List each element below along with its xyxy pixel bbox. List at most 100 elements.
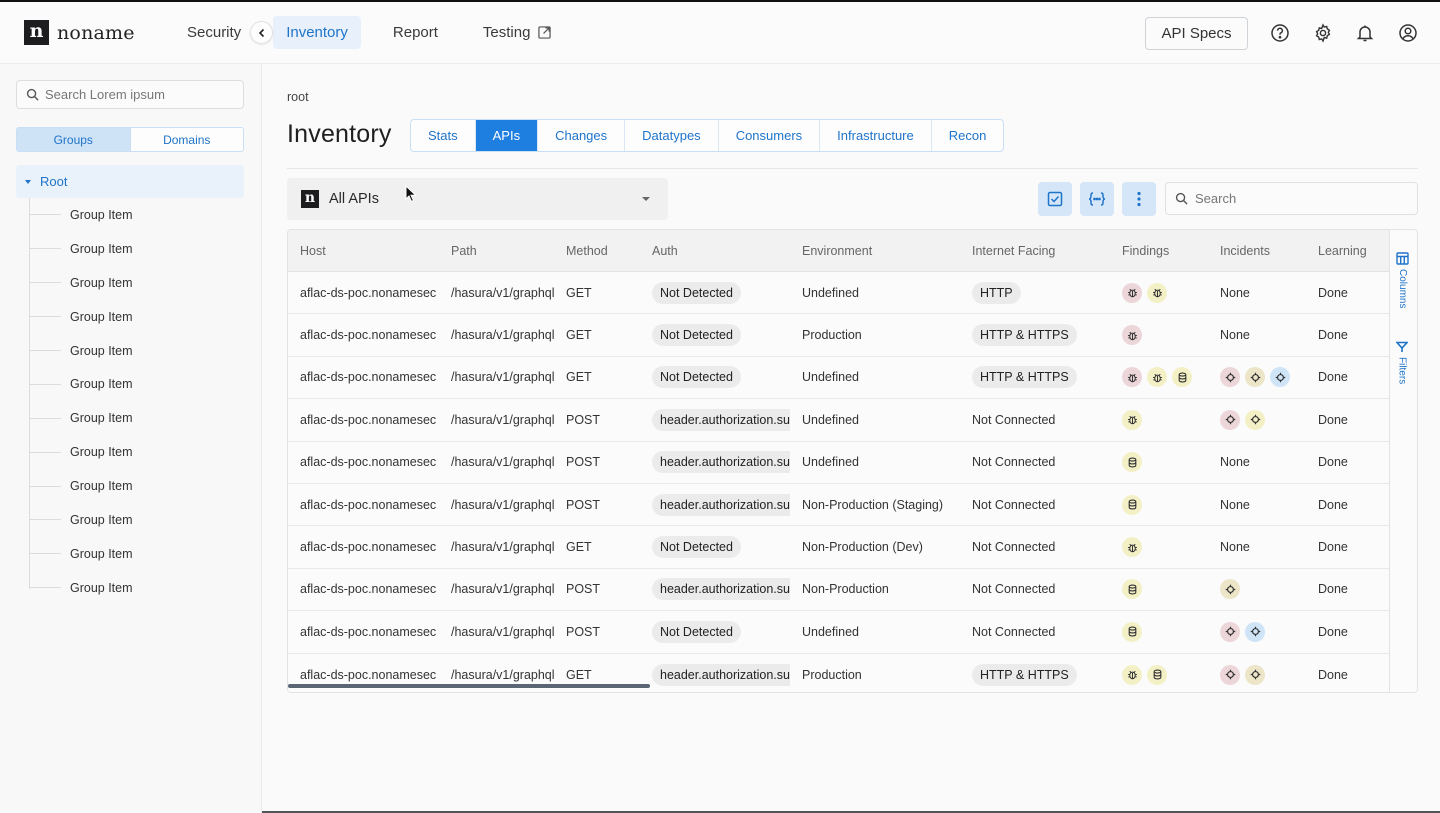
table-row[interactable]: aflac-ds-poc.nonamesec/hasura/v1/graphql… xyxy=(288,483,1417,527)
bug-icon[interactable] xyxy=(1147,367,1167,388)
crosshair-icon[interactable] xyxy=(1220,664,1240,685)
table-search[interactable] xyxy=(1165,182,1418,215)
crosshair-icon[interactable] xyxy=(1220,579,1240,600)
crosshair-icon[interactable] xyxy=(1245,409,1265,430)
cell-environment: Undefined xyxy=(802,370,859,385)
crosshair-icon[interactable] xyxy=(1245,367,1265,388)
col-learning[interactable]: Learning xyxy=(1306,244,1396,258)
database-icon[interactable] xyxy=(1122,621,1142,642)
group-item-label: Group Item xyxy=(70,377,133,392)
help-icon[interactable] xyxy=(1270,23,1290,43)
table-row[interactable]: aflac-ds-poc.nonamesec/hasura/v1/graphql… xyxy=(288,314,1417,357)
col-environment[interactable]: Environment xyxy=(790,244,960,258)
sidebar-group-item[interactable]: Group Item xyxy=(29,232,133,266)
crosshair-icon[interactable] xyxy=(1245,664,1265,685)
crosshair-icon[interactable] xyxy=(1220,367,1240,388)
api-specs-button[interactable]: API Specs xyxy=(1145,16,1248,50)
table-row[interactable]: aflac-ds-poc.nonamesec/hasura/v1/graphql… xyxy=(288,568,1417,612)
bug-icon[interactable] xyxy=(1122,325,1142,346)
caret-down-icon[interactable] xyxy=(25,179,31,184)
bell-icon[interactable] xyxy=(1355,23,1375,43)
table-row[interactable]: aflac-ds-poc.nonamesec/hasura/v1/graphql… xyxy=(288,526,1417,569)
tree-branch-line xyxy=(29,248,61,250)
breadcrumb[interactable]: root xyxy=(287,90,309,104)
tab-apis[interactable]: APIs xyxy=(475,120,539,151)
bug-icon[interactable] xyxy=(1122,367,1142,388)
col-incidents[interactable]: Incidents xyxy=(1208,244,1306,258)
table-search-input[interactable] xyxy=(1195,191,1405,206)
more-options-button[interactable] xyxy=(1122,182,1156,216)
sidebar-search-input[interactable] xyxy=(45,87,235,102)
segment-domains[interactable]: Domains xyxy=(130,128,243,151)
col-findings[interactable]: Findings xyxy=(1110,244,1208,258)
sidebar-group-item[interactable]: Group Item xyxy=(29,503,133,537)
table-row[interactable]: aflac-ds-poc.nonamesec/hasura/v1/graphql… xyxy=(288,272,1417,315)
table-row[interactable]: aflac-ds-poc.nonamesec/hasura/v1/graphql… xyxy=(288,611,1417,654)
cell-host: aflac-ds-poc.nonamesec xyxy=(300,370,437,385)
col-path[interactable]: Path xyxy=(439,244,554,258)
incidents-text: None xyxy=(1220,455,1250,470)
nav-security[interactable]: Security xyxy=(174,16,254,49)
sidebar-group-item[interactable]: Group Item xyxy=(29,198,133,232)
sidebar-group-item[interactable]: Group Item xyxy=(29,435,133,469)
sidebar-group-item[interactable]: Group Item xyxy=(29,300,133,334)
tab-recon[interactable]: Recon xyxy=(932,120,1004,151)
cell-host: aflac-ds-poc.nonamesec xyxy=(300,624,437,639)
col-method[interactable]: Method xyxy=(554,244,640,258)
sidebar-group-item[interactable]: Group Item xyxy=(29,537,133,571)
sidebar-group-item[interactable]: Group Item xyxy=(29,469,133,503)
table-row[interactable]: aflac-ds-poc.nonamesec/hasura/v1/graphql… xyxy=(288,441,1417,484)
horizontal-scrollbar[interactable] xyxy=(288,684,650,688)
crosshair-icon[interactable] xyxy=(1245,621,1265,642)
bug-icon[interactable] xyxy=(1122,664,1142,685)
bug-icon[interactable] xyxy=(1122,537,1142,558)
crosshair-icon[interactable] xyxy=(1270,367,1290,388)
bug-icon[interactable] xyxy=(1122,282,1142,303)
collapse-sidebar-button[interactable] xyxy=(250,21,273,44)
sidebar-group-item[interactable]: Group Item xyxy=(29,571,133,605)
crosshair-icon[interactable] xyxy=(1220,409,1240,430)
tab-consumers[interactable]: Consumers xyxy=(719,120,821,151)
tab-changes[interactable]: Changes xyxy=(538,120,626,151)
sidebar-group-item[interactable]: Group Item xyxy=(29,401,133,435)
bug-icon[interactable] xyxy=(1147,282,1167,303)
database-icon[interactable] xyxy=(1122,579,1142,600)
nav-report[interactable]: Report xyxy=(380,16,451,49)
gear-icon[interactable] xyxy=(1313,23,1333,43)
external-link-icon xyxy=(538,26,552,39)
tab-datatypes[interactable]: Datatypes xyxy=(625,120,719,151)
database-icon[interactable] xyxy=(1122,494,1142,515)
user-icon[interactable] xyxy=(1398,23,1418,43)
col-auth[interactable]: Auth xyxy=(640,244,790,258)
col-internet-facing[interactable]: Internet Facing xyxy=(960,244,1110,258)
tree-root[interactable]: Root xyxy=(16,165,244,198)
sidebar-group-item[interactable]: Group Item xyxy=(29,266,133,300)
logo[interactable]: n noname xyxy=(24,20,174,45)
bug-icon[interactable] xyxy=(1122,409,1142,430)
sidebar-group-item[interactable]: Group Item xyxy=(29,367,133,401)
cell-method: GET xyxy=(566,328,592,343)
crosshair-icon[interactable] xyxy=(1220,621,1240,642)
cell-internet-facing: Not Connected xyxy=(960,625,1110,639)
tab-infrastructure[interactable]: Infrastructure xyxy=(820,120,932,151)
cell-incidents: None xyxy=(1208,286,1306,300)
cell-internet-facing: Not Connected xyxy=(960,540,1110,554)
filters-button[interactable]: Filters xyxy=(1396,341,1408,384)
select-mode-button[interactable] xyxy=(1038,182,1072,216)
api-selector-dropdown[interactable]: n All APIs xyxy=(287,178,668,220)
database-icon[interactable] xyxy=(1172,367,1192,388)
col-host[interactable]: Host xyxy=(288,244,439,258)
cell-host: aflac-ds-poc.nonamesec xyxy=(300,412,437,427)
sidebar-search[interactable] xyxy=(16,80,244,109)
nav-testing[interactable]: Testing xyxy=(470,16,565,49)
database-icon[interactable] xyxy=(1147,664,1167,685)
tab-stats[interactable]: Stats xyxy=(411,120,476,151)
api-spec-button[interactable] xyxy=(1080,182,1114,216)
database-icon[interactable] xyxy=(1122,452,1142,473)
nav-inventory[interactable]: Inventory xyxy=(273,16,361,49)
columns-button[interactable]: Columns xyxy=(1396,252,1409,308)
table-row[interactable]: aflac-ds-poc.nonamesec/hasura/v1/graphql… xyxy=(288,399,1417,442)
segment-groups[interactable]: Groups xyxy=(17,128,131,151)
table-row[interactable]: aflac-ds-poc.nonamesec/hasura/v1/graphql… xyxy=(288,356,1417,400)
sidebar-group-item[interactable]: Group Item xyxy=(29,334,133,368)
